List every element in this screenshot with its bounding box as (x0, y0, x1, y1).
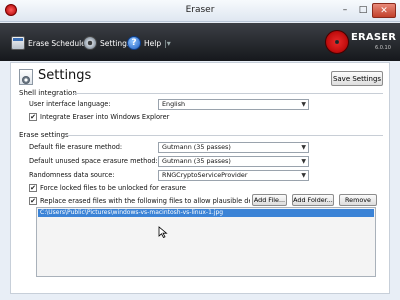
section-divider (67, 135, 383, 136)
help-icon: ? (127, 36, 141, 50)
gear-icon (83, 36, 97, 50)
file-erasure-value: Gutmann (35 passes) (162, 143, 231, 151)
shell-integration-heading: Shell integration (19, 89, 77, 97)
minimize-button[interactable]: – (336, 3, 354, 18)
section-divider (73, 93, 383, 94)
plausible-deniability-checkbox[interactable]: ✔ (29, 197, 37, 205)
chevron-down-icon: ▼ (301, 144, 306, 151)
erase-schedule-label: Erase Schedule (28, 38, 86, 48)
plausible-deniability-label: Replace erased files with the following … (40, 197, 250, 205)
add-folder-button[interactable]: Add Folder... (292, 194, 334, 206)
calendar-icon (11, 36, 25, 50)
force-unlock-label: Force locked files to be unlocked for er… (40, 184, 186, 192)
unused-space-value: Gutmann (35 passes) (162, 157, 231, 165)
integrate-explorer-label: Integrate Eraser into Windows Explorer (40, 113, 170, 121)
list-item[interactable]: C:\Users\Public\Pictures\windows-vs-maci… (38, 209, 374, 217)
logo-text: ERASER (351, 32, 397, 43)
unused-space-label: Default unused space erasure method: (29, 157, 158, 165)
force-unlock-checkbox[interactable]: ✔ (29, 184, 37, 192)
remove-button[interactable]: Remove (339, 194, 377, 206)
erase-settings-heading: Erase settings (19, 131, 69, 139)
maximize-button[interactable]: □ (355, 3, 371, 18)
settings-page-icon (19, 69, 33, 85)
help-button[interactable]: ? Help |▾ (127, 35, 171, 51)
chevron-down-icon: ▼ (301, 172, 306, 179)
deniability-file-list[interactable]: C:\Users\Public\Pictures\windows-vs-maci… (36, 207, 376, 277)
language-label: User interface language: (29, 100, 111, 108)
chevron-down-icon: ▼ (301, 158, 306, 165)
chevron-down-icon[interactable]: |▾ (164, 39, 171, 48)
integrate-explorer-checkbox[interactable]: ✔ (29, 113, 37, 121)
language-value: English (162, 100, 186, 108)
page-title: Settings (38, 68, 92, 83)
randomness-label: Randomness data source: (29, 171, 115, 179)
file-erasure-select[interactable]: Gutmann (35 passes) ▼ (158, 142, 309, 153)
add-file-button[interactable]: Add File... (252, 194, 287, 206)
file-erasure-label: Default file erasure method: (29, 143, 123, 151)
help-label: Help (144, 38, 162, 48)
unused-space-select[interactable]: Gutmann (35 passes) ▼ (158, 156, 309, 167)
close-button[interactable]: ✕ (372, 3, 396, 18)
logo-version: 6.0.10 (375, 45, 391, 51)
title-bar: Eraser – □ ✕ (0, 0, 400, 22)
randomness-select[interactable]: RNGCryptoServiceProvider ▼ (158, 170, 309, 181)
eraser-logo: ERASER 6.0.10 (323, 26, 397, 58)
eraser-logo-icon (325, 30, 349, 54)
toolbar: Erase Schedule |▾ Settings ? Help |▾ ERA… (0, 23, 400, 61)
mouse-cursor-icon (158, 226, 168, 238)
randomness-value: RNGCryptoServiceProvider (162, 171, 248, 179)
save-settings-button[interactable]: Save Settings (331, 71, 383, 86)
language-select[interactable]: English ▼ (158, 99, 309, 110)
chevron-down-icon: ▼ (301, 101, 306, 108)
settings-button[interactable]: Settings (83, 35, 131, 51)
